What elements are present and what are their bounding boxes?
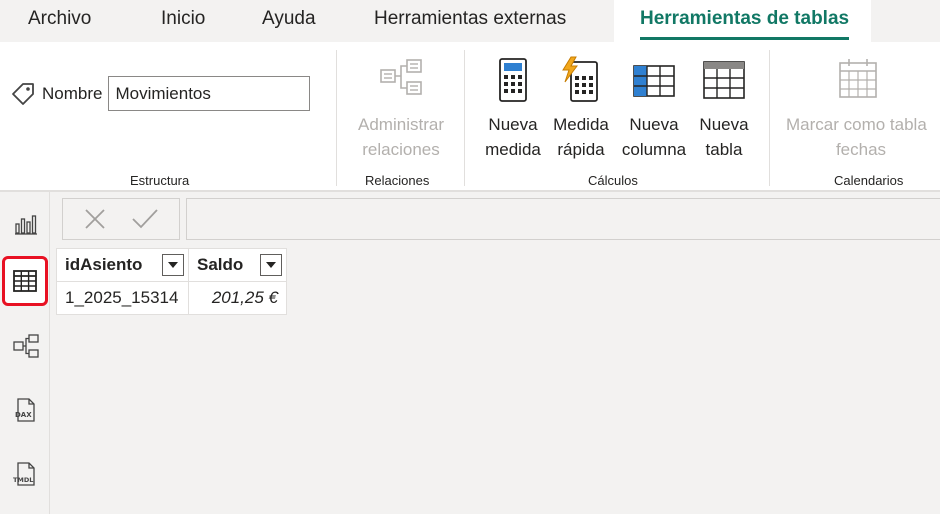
cancel-icon[interactable] [82, 206, 108, 232]
group-label-calculos: Cálculos [588, 173, 638, 188]
group-separator [769, 50, 770, 186]
table-cell[interactable]: 1_2025_15314 [56, 281, 189, 315]
manage-relationships-line1: Administrar [358, 115, 444, 134]
tab-herramientas-de-tablas[interactable]: Herramientas de tablas [614, 0, 872, 42]
chevron-down-icon [266, 262, 276, 268]
mark-as-date-table-label: Marcar como tabla fechas [782, 112, 940, 162]
calculator-icon [499, 58, 527, 102]
svg-text:DAX: DAX [15, 411, 32, 419]
new-column-line1: Nueva [629, 115, 679, 134]
new-column-label: Nueva columna [622, 112, 686, 162]
quick-measure-icon [562, 56, 598, 102]
group-label-estructura: Estructura [130, 173, 190, 188]
tag-icon [12, 82, 34, 105]
quick-measure-line2: rápida [557, 140, 605, 159]
tab-herramientas-de-tablas-label: Herramientas de tablas [640, 8, 850, 29]
tmdl-view-button[interactable]: TMDL [6, 454, 46, 494]
new-table-line1: Nueva [699, 115, 749, 134]
tab-ayuda[interactable]: Ayuda [262, 8, 316, 30]
new-table-line2: tabla [705, 140, 743, 159]
formula-bar-input[interactable] [186, 198, 940, 240]
data-grid: idAsiento Saldo 1_2025_15314 201,25 € [56, 248, 287, 315]
mark-as-date-table-line1: Marcar como tabla [786, 115, 927, 134]
group-separator [464, 50, 465, 186]
column-header-label: Saldo [197, 255, 244, 274]
column-header-label: idAsiento [65, 255, 143, 274]
group-label-calendarios: Calendarios [834, 173, 904, 188]
ribbon: Nombre Estructura Administrar relaciones… [0, 42, 940, 192]
view-switcher-rail: DAX TMDL [0, 192, 50, 514]
active-tab-underline [640, 37, 850, 40]
commit-check-icon[interactable] [130, 206, 160, 232]
dax-query-icon: DAX [15, 398, 35, 422]
column-header-idasiento[interactable]: idAsiento [56, 248, 189, 282]
mark-as-date-table-line2: fechas [835, 140, 887, 159]
manage-relationships-line2: relaciones [362, 140, 440, 159]
new-column-button[interactable]: Nueva columna [618, 56, 690, 162]
column-filter-dropdown[interactable] [162, 254, 184, 276]
column-filter-dropdown[interactable] [260, 254, 282, 276]
new-measure-line1: Nueva [488, 115, 538, 134]
formula-bar-buttons [62, 198, 180, 240]
name-label: Nombre [42, 83, 103, 103]
table-view-button[interactable] [2, 256, 48, 306]
dax-query-view-button[interactable]: DAX [6, 390, 46, 430]
group-separator [336, 50, 337, 186]
quick-measure-label: Medida rápida [553, 112, 609, 162]
new-table-button[interactable]: Nueva tabla [694, 56, 754, 162]
calendar-icon [839, 59, 877, 98]
manage-relationships-label: Administrar relaciones [358, 112, 444, 162]
table-row: 1_2025_15314 201,25 € [56, 281, 287, 315]
table-cell[interactable]: 201,25 € [188, 281, 287, 315]
manage-relationships-icon [380, 59, 422, 95]
quick-measure-line1: Medida [553, 115, 609, 134]
new-measure-label: Nueva medida [485, 112, 541, 162]
tab-archivo[interactable]: Archivo [28, 8, 91, 30]
menu-bar: Archivo Inicio Ayuda Herramientas extern… [0, 0, 940, 42]
table-name-input[interactable] [108, 76, 311, 111]
manage-relationships-button[interactable]: Administrar relaciones [352, 56, 450, 162]
mark-as-date-table-button[interactable]: Marcar como tabla fechas [782, 56, 940, 162]
svg-text:TMDL: TMDL [13, 476, 33, 484]
new-measure-button[interactable]: Nueva medida [482, 56, 544, 162]
new-measure-line2: medida [485, 140, 541, 159]
new-table-label: Nueva tabla [699, 112, 748, 162]
quick-measure-button[interactable]: Medida rápida [548, 56, 614, 162]
new-column-icon [633, 65, 675, 97]
model-view-button[interactable] [6, 326, 46, 366]
model-view-icon [13, 334, 39, 358]
chevron-down-icon [168, 262, 178, 268]
new-column-line2: columna [621, 140, 687, 159]
group-label-relaciones: Relaciones [365, 173, 430, 188]
column-header-saldo[interactable]: Saldo [188, 248, 287, 282]
grid-header-row: idAsiento Saldo [56, 248, 287, 282]
report-view-button[interactable] [6, 204, 46, 244]
new-table-icon [703, 61, 745, 99]
tmdl-view-icon: TMDL [13, 462, 35, 486]
table-name-row: Nombre [10, 76, 311, 111]
tab-inicio[interactable]: Inicio [161, 8, 205, 30]
tab-herramientas-externas[interactable]: Herramientas externas [374, 8, 566, 30]
report-view-icon [15, 215, 37, 235]
table-view-icon [13, 270, 37, 292]
